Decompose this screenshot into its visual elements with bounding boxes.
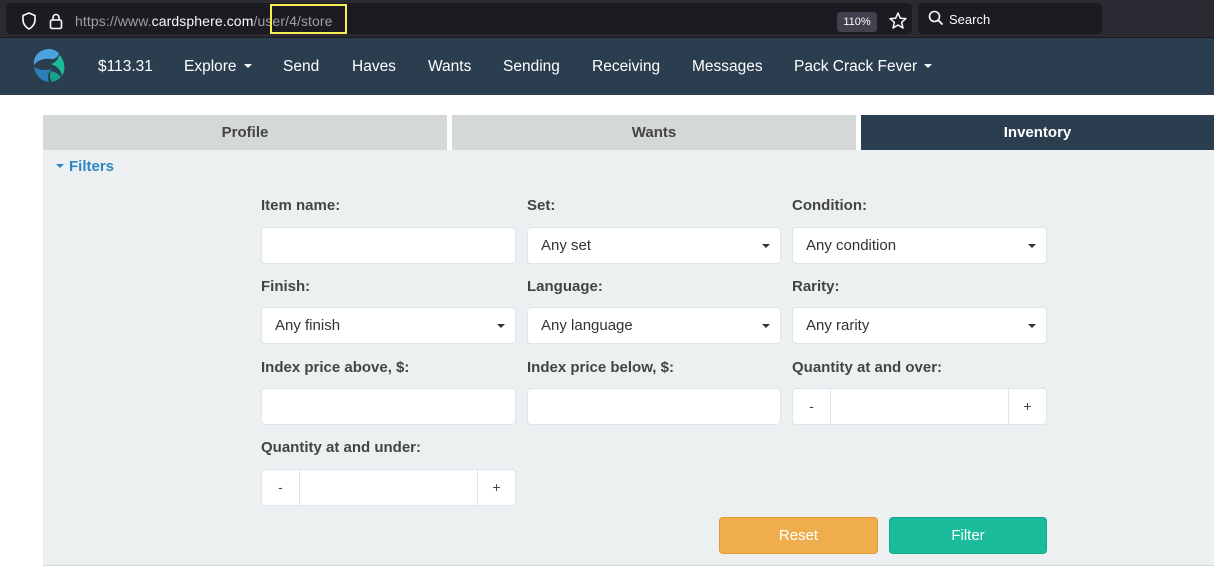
quantity-under-label: Quantity at and under: [261,439,422,456]
filter-button[interactable]: Filter [889,517,1047,554]
language-select[interactable]: Any language [527,307,781,344]
price-below-input[interactable] [527,388,781,425]
search-icon [928,10,944,26]
bookmark-star-icon[interactable] [888,11,908,31]
tab-inventory[interactable]: Inventory [861,115,1214,150]
nav-receiving[interactable]: Receiving [592,38,660,95]
tab-wants[interactable]: Wants [452,115,856,150]
nav-sending[interactable]: Sending [503,38,560,95]
caret-down-icon [762,324,770,328]
price-above-label: Index price above, $: [261,359,410,376]
rarity-select-value: Any rarity [806,317,870,334]
nav-pack-crack-fever[interactable]: Pack Crack Fever [794,38,933,95]
nav-messages[interactable]: Messages [692,38,763,95]
quantity-under-stepper: - + [261,469,516,506]
price-below-label: Index price below, $: [527,359,674,376]
rarity-label: Rarity: [792,278,840,295]
item-name-label: Item name: [261,197,341,214]
shield-icon[interactable] [21,12,37,30]
quantity-under-decrement-button[interactable]: - [262,470,300,505]
site-navbar: $113.31 Explore Send Haves Wants Sending… [0,38,1214,95]
language-label: Language: [527,278,603,295]
cardsphere-logo-icon[interactable] [30,47,68,85]
tab-profile[interactable]: Profile [43,115,447,150]
reset-button[interactable]: Reset [719,517,878,554]
caret-down-icon [497,324,505,328]
language-select-value: Any language [541,317,633,334]
filter-panel [43,150,1214,566]
account-balance[interactable]: $113.31 [98,38,153,95]
nav-explore-label: Explore [184,58,237,75]
filters-toggle[interactable]: Filters [56,158,114,175]
finish-select[interactable]: Any finish [261,307,516,344]
quantity-over-label: Quantity at and over: [792,359,943,376]
item-name-input[interactable] [261,227,516,264]
quantity-under-increment-button[interactable]: + [477,470,515,505]
caret-down-icon [243,63,252,68]
address-bar[interactable]: https://www.cardsphere.com/user/4/store … [6,3,912,34]
browser-search-box[interactable]: Search [918,3,1102,34]
nav-haves[interactable]: Haves [352,38,396,95]
filters-toggle-label: Filters [69,158,115,175]
rarity-select[interactable]: Any rarity [792,307,1047,344]
condition-select-value: Any condition [806,237,897,254]
caret-down-icon [924,63,933,68]
set-select-value: Any set [541,237,592,254]
zoom-level-badge[interactable]: 110% [837,12,877,32]
condition-label: Condition: [792,197,867,214]
quantity-over-stepper: - + [792,388,1047,425]
url-prefix: https://www. [75,13,152,29]
nav-send[interactable]: Send [283,38,319,95]
price-above-input[interactable] [261,388,516,425]
caret-down-icon [1028,244,1036,248]
url-highlight-box [270,4,347,34]
caret-down-icon [762,244,770,248]
finish-label: Finish: [261,278,311,295]
browser-toolbar: https://www.cardsphere.com/user/4/store … [0,0,1214,38]
set-select[interactable]: Any set [527,227,781,264]
nav-wants[interactable]: Wants [428,38,471,95]
caret-down-icon [1028,324,1036,328]
quantity-over-decrement-button[interactable]: - [793,389,831,424]
quantity-over-increment-button[interactable]: + [1008,389,1046,424]
condition-select[interactable]: Any condition [792,227,1047,264]
url-host: cardsphere.com [151,13,254,29]
nav-pack-crack-fever-label: Pack Crack Fever [794,58,918,75]
nav-explore[interactable]: Explore [184,38,252,95]
caret-down-icon [56,164,64,169]
search-placeholder: Search [949,12,991,27]
finish-select-value: Any finish [275,317,341,334]
set-label: Set: [527,197,556,214]
lock-icon[interactable] [48,12,64,30]
